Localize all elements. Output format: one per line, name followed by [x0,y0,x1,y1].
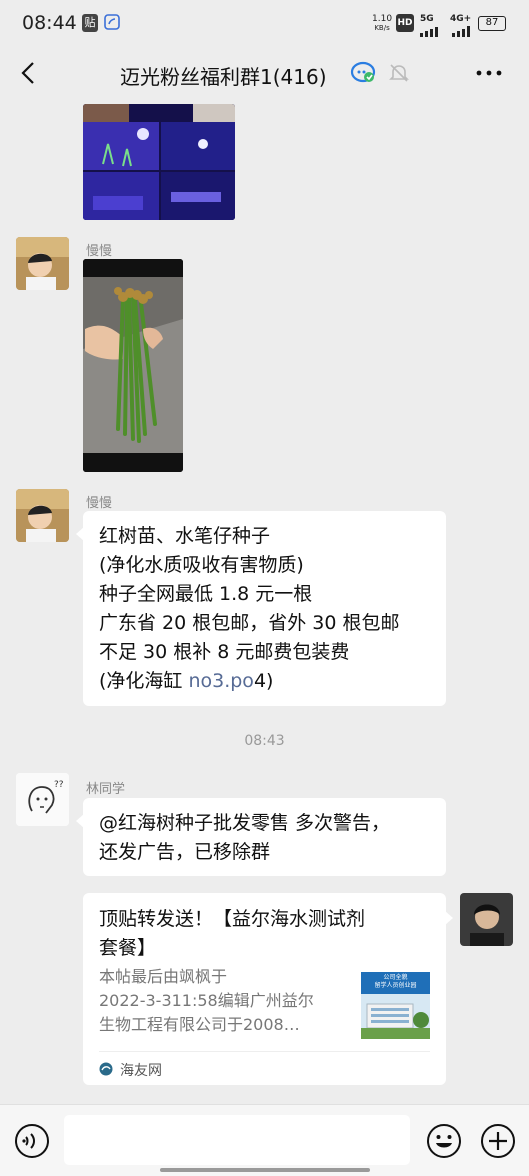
message-line: (净化水质吸收有害物质) [99,554,304,576]
thumbnail-caption: 公司全貌 [383,974,408,981]
notification-badge: 贴 [82,14,98,32]
avatar-manman[interactable] [16,237,69,290]
status-bar: 08:44 贴 1.10 KB/s HD 5G 4G+ 87 [0,0,529,48]
message-timestamp: 08:43 [244,733,285,749]
chat-header: 迈光粉丝福利群1(416) [0,48,529,100]
message-line: (净化海缸 no3.po4) [99,667,446,696]
message-text: 4) [253,670,274,692]
link-desc-line: 2022-3-311:58编辑广州益尔 [99,991,314,1010]
link-title-line: 套餐】 [99,937,157,959]
back-icon[interactable] [14,58,44,88]
mute-bell-icon [388,62,410,88]
source-logo-icon [99,1061,113,1080]
voice-input-icon[interactable] [14,1123,50,1163]
message-link[interactable]: no3.po [188,670,253,692]
shared-link-card[interactable]: 顶贴转发送！【益尔海水测试剂 套餐】 本帖最后由飒枫于 2022-3-311:5… [83,893,453,1085]
chat-title: 迈光粉丝福利群1(416) [120,65,327,89]
link-thumbnail: 公司全貌 留学人员创业园 [361,972,430,1039]
message-bubble[interactable]: @红海树种子批发零售 多次警告， 还发广告，已移除群 [76,798,446,876]
speed-unit: KB/s [374,24,390,32]
signal-icon-1 [420,22,444,41]
add-plus-icon[interactable] [480,1123,516,1163]
thumbnail-caption: 留学人员创业园 [374,982,417,989]
link-desc-line: 本帖最后由飒枫于 [99,967,228,986]
emoji-icon[interactable] [426,1123,462,1163]
message-line: @红海树种子批发零售 多次警告， [99,812,391,834]
avatar-self[interactable] [460,893,513,946]
sender-name: 林同学 [86,782,126,797]
more-options-icon[interactable] [474,62,504,88]
signal-icon-2 [452,22,476,41]
avatar-manman[interactable] [16,489,69,542]
status-time: 08:44 [22,12,77,34]
link-desc-line: 生物工程有限公司于2008… [99,1015,300,1034]
home-indicator[interactable] [160,1168,370,1172]
message-line: 广东省 20 根包邮，省外 30 根包邮 [99,612,400,634]
link-source: 海友网 [120,1063,162,1079]
battery-level: 87 [485,17,499,28]
network-speed: 1.10 KB/s [372,15,392,33]
sender-name: 慢慢 [86,244,113,259]
message-line: 不足 30 根补 8 元邮费包装费 [99,641,350,663]
message-line: 红树苗、水笔仔种子 [99,525,271,547]
aquarium-image[interactable] [83,104,235,220]
speed-value: 1.10 [372,14,393,24]
link-description: 本帖最后由飒枫于 2022-3-311:58编辑广州益尔 生物工程有限公司于20… [99,965,349,1037]
hd-icon: HD [396,14,414,32]
chat-bubble-icon[interactable] [350,60,380,90]
input-bar [0,1104,529,1176]
message-line: 还发广告，已移除群 [99,841,271,863]
app-notification-icon [104,14,120,32]
avatar-lintongxue[interactable]: ?? [16,773,69,826]
svg-text:??: ?? [54,780,64,790]
message-bubble[interactable]: 红树苗、水笔仔种子 (净化水质吸收有害物质) 种子全网最低 1.8 元一根 广东… [76,511,446,706]
message-input[interactable] [64,1115,410,1165]
message-line: 种子全网最低 1.8 元一根 [99,583,313,605]
divider [99,1051,430,1052]
link-title-line: 顶贴转发送！【益尔海水测试剂 [99,908,366,930]
sender-name: 慢慢 [86,496,113,511]
message-text: (净化海缸 [99,670,189,692]
link-title: 顶贴转发送！【益尔海水测试剂 套餐】 [99,905,365,963]
seedling-photo[interactable] [83,259,183,472]
battery-icon: 87 [478,16,506,31]
